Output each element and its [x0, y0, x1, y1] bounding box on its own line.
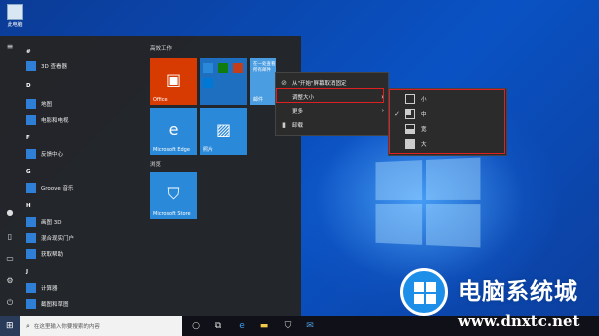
windows-logo-wallpaper [375, 157, 481, 248]
group-title-create[interactable]: 高效工作 [150, 44, 172, 52]
tile-mail[interactable]: 在一处查看所有邮件 邮件 [250, 58, 276, 105]
highlight-resize-box [276, 88, 384, 103]
windows-start-icon: ⊞ [6, 321, 14, 331]
start-rail: ≡ ● ▯ ▭ ⚙ ⏻ [0, 36, 20, 316]
tile-context-menu: ⊘ 从"开始"屏幕取消固定 调整大小 更多 › ▮ 卸载 › [275, 72, 389, 136]
desktop-icon-label: 此电脑 [7, 22, 23, 28]
app-feedback-hub[interactable]: 反馈中心 [26, 148, 63, 160]
letter-header[interactable]: F [26, 132, 30, 144]
app-groove-music[interactable]: Groove 音乐 [26, 182, 74, 194]
app-maps[interactable]: 地图 [26, 98, 52, 110]
letter-header[interactable]: # [26, 46, 31, 58]
tile-photos[interactable]: ▨ 照片 [200, 108, 247, 155]
computer-icon [7, 4, 23, 20]
maps-icon [26, 99, 36, 109]
photos-icon: ▨ [215, 120, 232, 139]
paint3d-icon [26, 217, 36, 227]
brand-logo-icon [400, 268, 448, 316]
search-input[interactable]: ⌕ 在这里输入你要搜索的内容 [20, 316, 182, 336]
letter-header[interactable]: G [26, 166, 31, 178]
letter-header[interactable]: J [26, 266, 28, 278]
snip-icon [26, 299, 36, 309]
app-calculator[interactable]: 计算器 [26, 282, 58, 294]
brand-url: www.dnxtc.net [458, 312, 580, 330]
letter-header[interactable]: D [26, 80, 31, 92]
movies-icon [26, 115, 36, 125]
app-get-help[interactable]: 获取帮助 [26, 248, 63, 260]
file-explorer-icon[interactable]: ▬ [258, 320, 270, 332]
mail-taskbar-icon[interactable]: ✉ [304, 320, 316, 332]
power-icon[interactable]: ⏻ [5, 298, 15, 308]
3d-viewer-icon [26, 61, 36, 71]
menu-item-more[interactable]: 更多 › [276, 104, 388, 117]
letter-header[interactable]: H [26, 200, 31, 212]
this-pc-desktop-icon[interactable]: 此电脑 [4, 4, 26, 28]
app-paint-3d[interactable]: 画图 3D [26, 216, 61, 228]
task-view-icon[interactable]: ⧉ [212, 320, 224, 332]
calculator-icon [26, 283, 36, 293]
hamburger-icon[interactable]: ≡ [5, 42, 15, 52]
app-movies-tv[interactable]: 电影和电视 [26, 114, 69, 126]
unpin-icon: ⊘ [281, 78, 287, 87]
app-snip-sketch[interactable]: 截图和草图 [26, 298, 69, 310]
documents-icon[interactable]: ▯ [5, 232, 15, 242]
settings-icon[interactable]: ⚙ [5, 276, 15, 286]
edge-icon: e [168, 120, 179, 139]
pictures-icon[interactable]: ▭ [5, 254, 15, 264]
start-menu: ≡ ● ▯ ▭ ⚙ ⏻ # 3D 查看器 D 地图 电影和电视 F 反馈中心 G… [0, 36, 301, 316]
brand-watermark: 电脑系统城 www.dnxtc.net [400, 268, 599, 336]
store-taskbar-icon[interactable]: ⛉ [282, 320, 294, 332]
tile-mini-group[interactable] [200, 58, 247, 105]
app-3d-viewer[interactable]: 3D 查看器 [26, 60, 67, 72]
excel-icon [218, 63, 228, 73]
mixed-reality-icon [26, 233, 36, 243]
menu-item-uninstall[interactable]: ▮ 卸载 [276, 118, 388, 131]
office-icon: ▣ [165, 70, 182, 89]
search-icon: ⌕ [26, 321, 30, 330]
app-mixed-reality[interactable]: 混合现实门户 [26, 232, 74, 244]
mini-tile-icon [203, 63, 213, 73]
group-title-browse[interactable]: 浏览 [150, 160, 161, 168]
feedback-icon [26, 149, 36, 159]
store-icon: ⛉ [167, 184, 180, 203]
tile-office[interactable]: ▣ Office [150, 58, 197, 105]
trash-icon: ▮ [282, 120, 286, 129]
groove-icon [26, 183, 36, 193]
tile-store[interactable]: ⛉ Microsoft Store [150, 172, 197, 219]
brand-name: 电脑系统城 [458, 279, 578, 305]
start-button[interactable]: ⊞ [0, 316, 20, 336]
edge-taskbar-icon[interactable]: e [236, 320, 248, 332]
skype-icon [203, 78, 213, 88]
user-icon[interactable]: ● [5, 208, 15, 218]
tile-edge[interactable]: e Microsoft Edge [150, 108, 197, 155]
cortana-icon[interactable]: ○ [190, 320, 202, 332]
chevron-right-icon: › [381, 107, 384, 114]
powerpoint-icon [233, 63, 243, 73]
help-icon [26, 249, 36, 259]
highlight-submenu-box [389, 89, 505, 154]
